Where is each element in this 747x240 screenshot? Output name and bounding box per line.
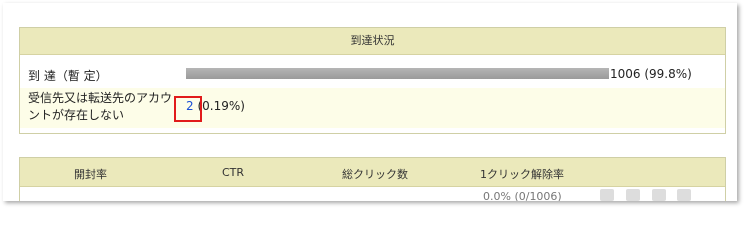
partial-row-value: 0.0% (0/1006) [483, 190, 562, 201]
undeliverable-row: 受信先又は転送先のアカウントが存在しない 2 (0.19%) [20, 88, 725, 128]
reached-row: 到 達（暫 定） 1006 (99.8%) [20, 64, 725, 86]
ctr-header: CTR [222, 166, 245, 179]
total-clicks-header: 総クリック数 [342, 168, 408, 181]
undeliverable-label: 受信先又は転送先のアカウントが存在しない [28, 91, 173, 122]
one-click-unsubscribe-header: 1クリック解除率 [480, 168, 564, 181]
checkbox-icon[interactable] [677, 189, 692, 201]
arrow-icon[interactable] [625, 189, 640, 201]
stats-header: 開封率 CTR 総クリック数 1クリック解除率 [20, 158, 725, 187]
pin-icon[interactable] [651, 189, 666, 201]
row-icons [600, 189, 725, 201]
document-icon[interactable] [600, 189, 614, 201]
delivery-status-panel: 到達状況 到 達（暫 定） 1006 (99.8%) 受信先又は転送先のアカウン… [19, 27, 726, 134]
highlight-box [174, 96, 202, 122]
open-rate-header: 開封率 [74, 168, 107, 181]
reached-progress-bar [186, 68, 609, 79]
undeliverable-percent: (0.19%) [197, 99, 245, 113]
reached-label: 到 達（暫 定） [28, 69, 108, 83]
reached-value: 1006 (99.8%) [610, 67, 692, 81]
stats-panel: 開封率 CTR 総クリック数 1クリック解除率 0.0% (0/1006) [19, 157, 726, 201]
delivery-status-header: 到達状況 [20, 28, 725, 55]
report-window: 到達状況 到 達（暫 定） 1006 (99.8%) 受信先又は転送先のアカウン… [3, 3, 737, 201]
